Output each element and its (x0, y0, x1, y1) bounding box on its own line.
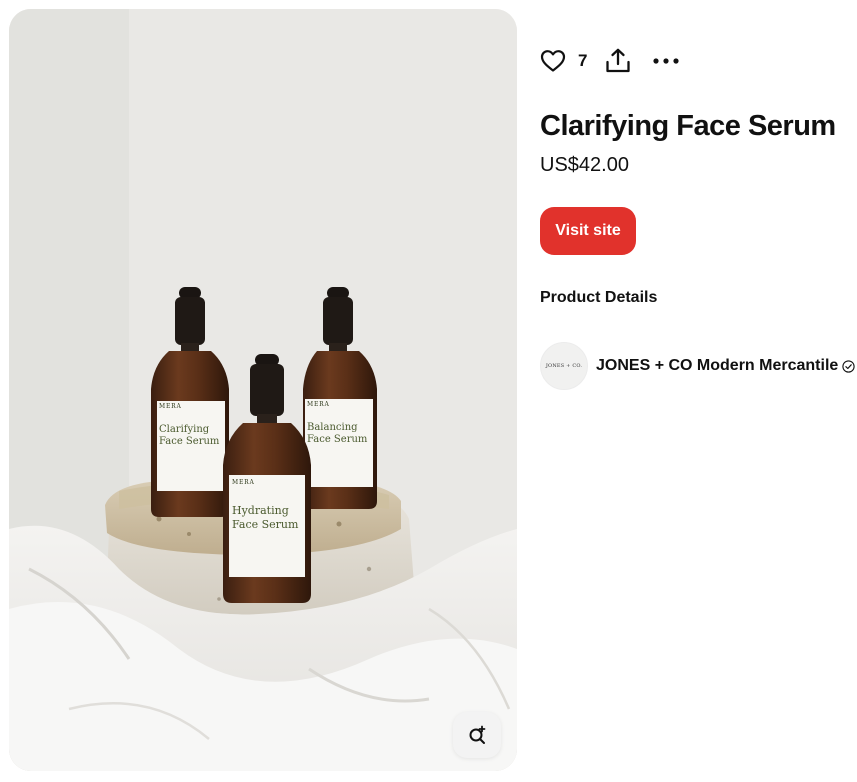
label-line2: Face Serum (159, 436, 220, 447)
share-icon (606, 48, 631, 73)
merchant-avatar[interactable]: JONES + CO. (540, 342, 588, 390)
merchant-logo: JONES + CO. (545, 363, 583, 369)
label-line2: Face Serum (232, 518, 299, 531)
product-details-heading: Product Details (540, 289, 658, 306)
verified-check-icon (842, 359, 855, 373)
visual-search-icon (469, 725, 486, 744)
product-price: US$42.00 (540, 154, 629, 176)
product-photo (9, 9, 517, 771)
merchant-name[interactable]: JONES + CO Modern Mercantile (596, 357, 838, 375)
label-line1: Balancing (307, 422, 358, 433)
product-image[interactable]: MERA Clarifying Face Serum MERA Balancin… (9, 9, 517, 771)
share-button[interactable] (605, 48, 631, 74)
label-brand: MERA (307, 401, 330, 408)
like-button[interactable]: 7 (540, 49, 587, 73)
label-line2: Face Serum (307, 434, 368, 445)
more-options-button[interactable] (653, 57, 680, 65)
heart-icon (540, 50, 566, 72)
label-brand: MERA (232, 479, 255, 486)
like-count: 7 (578, 51, 588, 70)
visit-site-button[interactable]: Visit site (540, 207, 636, 255)
label-brand: MERA (159, 403, 182, 410)
label-line1: Hydrating (232, 504, 289, 517)
label-clarifying: MERA Clarifying Face Serum (159, 403, 223, 448)
more-horizontal-icon (653, 58, 680, 64)
label-hydrating: MERA Hydrating Face Serum (232, 479, 304, 532)
label-line1: Clarifying (159, 424, 210, 435)
visual-search-button[interactable] (453, 712, 501, 758)
label-balancing: MERA Balancing Face Serum (307, 401, 371, 446)
pin-closeup: MERA Clarifying Face Serum MERA Balancin… (0, 0, 857, 782)
product-title: Clarifying Face Serum (540, 110, 836, 142)
merchant-link[interactable]: JONES + CO. JONES + CO Modern Mercantile (540, 342, 855, 390)
action-bar: 7 (540, 44, 680, 78)
